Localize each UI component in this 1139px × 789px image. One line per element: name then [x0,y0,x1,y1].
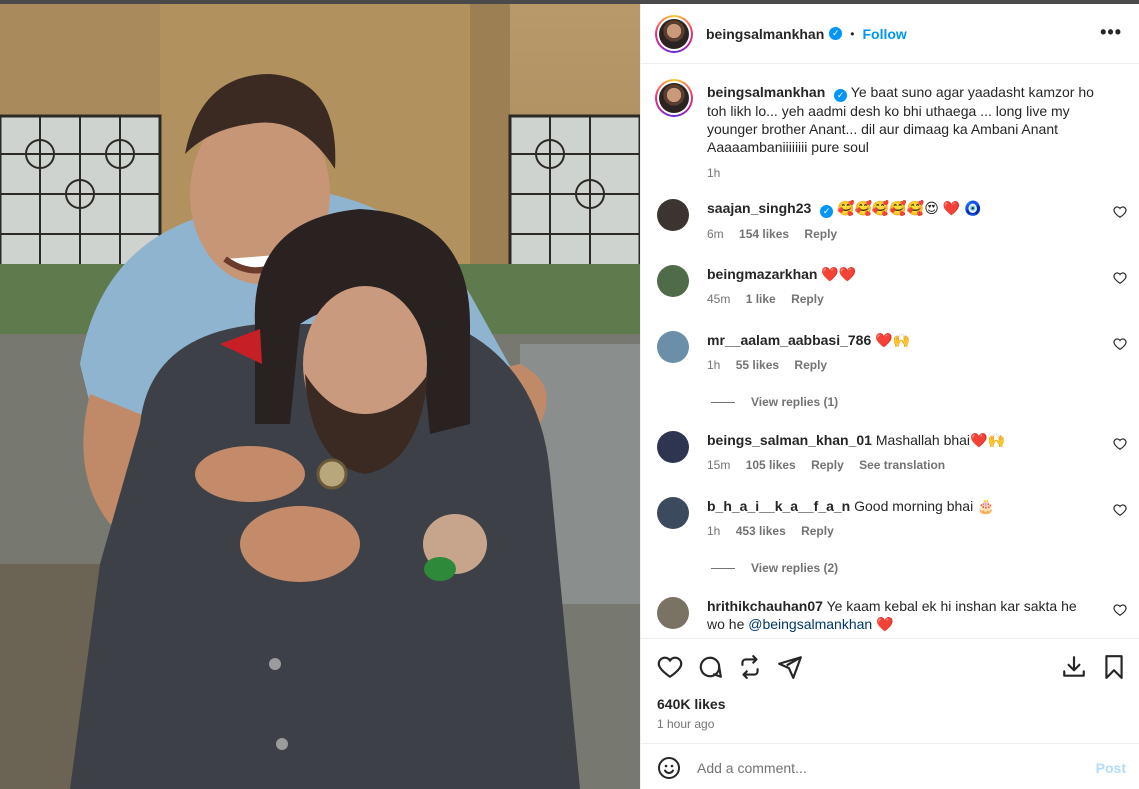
more-options-icon[interactable]: ••• [1100,22,1122,43]
emoji-icon[interactable] [657,756,681,780]
post-time: 1 hour ago [657,717,715,731]
view-replies-label[interactable]: View replies (2) [751,561,838,575]
like-comment-heart-icon[interactable] [1113,603,1127,617]
replies-line [711,401,735,403]
reply-button[interactable]: Reply [801,524,834,538]
commenter-avatar[interactable] [657,331,689,363]
commenter-avatar[interactable] [657,431,689,463]
send-icon[interactable] [777,654,803,680]
comment-age: 45m [707,292,731,306]
post-panel: beingsalmankhan ✓ • Follow ••• beingsalm… [640,4,1139,789]
verified-badge-icon: ✓ [834,88,848,102]
replies-line [711,567,735,569]
caption-age: 1h [707,165,721,180]
comment-text: 🥰🥰🥰🥰🥰😍 ❤️ 🧿 [837,200,982,216]
comment-age: 1h [707,358,721,372]
comment-icon[interactable] [697,654,723,680]
commenter-avatar[interactable] [657,597,689,629]
post-image [0,4,640,789]
reply-button[interactable]: Reply [811,458,844,472]
like-comment-heart-icon[interactable] [1113,437,1127,451]
see-translation-button[interactable]: See translation [859,458,945,472]
post-comment-button[interactable]: Post [1096,760,1126,776]
view-replies-button[interactable]: View replies (1) [711,395,838,409]
author-username[interactable]: beingsalmankhan [706,26,824,42]
commenter-avatar[interactable] [657,265,689,297]
commenter-username[interactable]: mr__aalam_aabbasi_786 [707,332,871,348]
commenter-avatar[interactable] [657,497,689,529]
commenter-username[interactable]: beingmazarkhan [707,266,817,282]
author-avatar[interactable] [655,14,693,53]
heart-icon[interactable] [657,654,683,680]
add-comment-bar: Post [641,743,1139,789]
comment-text: ❤️🙌 [875,332,910,348]
bookmark-icon[interactable] [1101,654,1127,680]
likes-count[interactable]: 640K likes [657,696,726,712]
post-photo[interactable] [0,4,640,789]
verified-badge-icon: ✓ [829,27,843,40]
follow-button[interactable]: Follow [862,26,906,42]
comment-input[interactable] [697,754,1077,782]
reply-button[interactable]: Reply [804,227,837,241]
comment-mention-link[interactable]: @beingsalmankhan [748,616,872,632]
commenter-username[interactable]: b_h_a_i__k_a__f_a_n [707,498,850,514]
comment-likes[interactable]: 1 like [746,292,776,306]
verified-badge-icon: ✓ [820,204,834,218]
download-icon[interactable] [1061,654,1087,680]
caption-username[interactable]: beingsalmankhan [707,84,825,100]
like-comment-heart-icon[interactable] [1113,503,1127,517]
comment-likes[interactable]: 55 likes [736,358,779,372]
comment-age: 6m [707,226,724,241]
comment-likes[interactable]: 154 likes [739,227,789,241]
separator-dot: • [850,26,855,41]
commenter-avatar[interactable] [657,199,689,231]
comments-section[interactable]: beingsalmankhan ✓ Ye baat suno agar yaad… [641,65,1139,638]
share-icon[interactable] [737,654,763,680]
comment-text: Good morning bhai 🎂 [854,498,995,514]
comment-text: ❤️❤️ [821,266,857,282]
caption-author-avatar[interactable] [655,79,693,117]
reply-button[interactable]: Reply [794,358,827,372]
commenter-username[interactable]: saajan_singh23 [707,200,811,216]
comment-age: 1h [707,524,721,538]
post-header: beingsalmankhan ✓ • Follow ••• [641,4,1139,64]
view-replies-button[interactable]: View replies (2) [711,561,838,575]
post-actions: 640K likes 1 hour ago [641,638,1139,743]
commenter-username[interactable]: hrithikchauhan07 [707,598,823,614]
like-comment-heart-icon[interactable] [1113,337,1127,351]
comment-likes[interactable]: 453 likes [736,524,786,538]
commenter-username[interactable]: beings_salman_khan_01 [707,432,872,448]
like-comment-heart-icon[interactable] [1113,205,1127,219]
like-comment-heart-icon[interactable] [1113,271,1127,285]
comment-text: Mashallah bhai❤️🙌 [875,432,1005,448]
comment-trail: ❤️ [876,616,894,632]
reply-button[interactable]: Reply [791,292,824,306]
comment-age: 15m [707,458,731,472]
comment-likes[interactable]: 105 likes [746,458,796,472]
view-replies-label[interactable]: View replies (1) [751,395,838,409]
